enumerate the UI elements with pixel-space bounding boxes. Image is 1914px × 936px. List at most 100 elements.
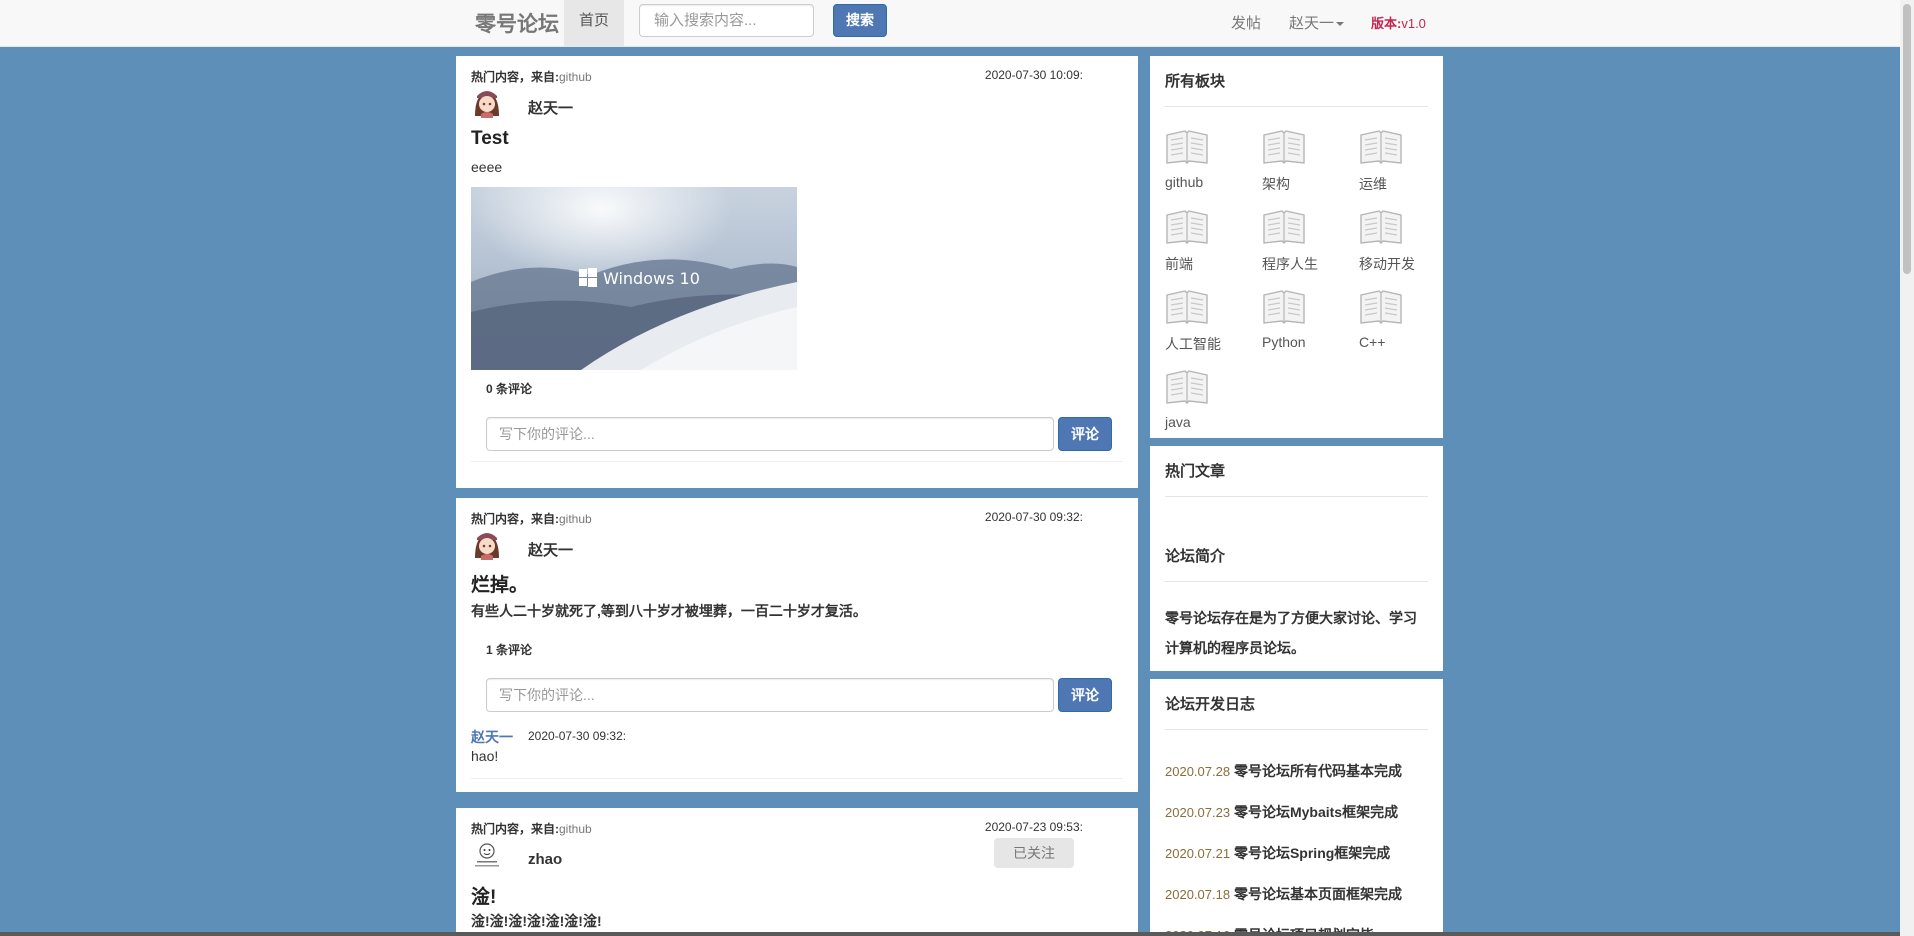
book-icon: [1166, 130, 1208, 164]
post-source-link[interactable]: github: [559, 822, 592, 836]
comment-submit-button[interactable]: 评论: [1058, 678, 1112, 712]
window-bottom-edge: [0, 932, 1900, 936]
dev-log-date: 2020.07.28: [1165, 764, 1231, 779]
board-label: 运维: [1359, 176, 1387, 192]
reply-text: hao!: [471, 748, 499, 764]
post-title[interactable]: Test: [471, 128, 509, 150]
version-value: v1.0: [1401, 16, 1426, 31]
meme-avatar-icon: [471, 840, 503, 872]
comment-submit-button[interactable]: 评论: [1058, 417, 1112, 451]
panel-divider: [1165, 581, 1428, 582]
board-label: 架构: [1262, 176, 1290, 192]
site-brand[interactable]: 零号论坛: [475, 8, 559, 38]
book-icon: [1263, 210, 1305, 244]
scrollbar-thumb[interactable]: [1903, 4, 1911, 274]
board-item[interactable]: 运维: [1359, 129, 1439, 209]
post-time: 2020-07-30 09:32:: [984, 510, 1083, 524]
post-title[interactable]: 淦!: [471, 882, 496, 909]
intro-text: 零号论坛存在是为了方便大家讨论、学习计算机的程序员论坛。: [1165, 610, 1417, 656]
dev-log-date: 2020.07.21: [1165, 846, 1231, 861]
intro-panel: 论坛简介 零号论坛存在是为了方便大家讨论、学习计算机的程序员论坛。: [1150, 531, 1443, 671]
dev-log-text: 零号论坛Spring框架完成: [1233, 845, 1391, 861]
board-item[interactable]: 架构: [1262, 129, 1342, 209]
intro-title: 论坛简介: [1165, 548, 1226, 565]
comment-input[interactable]: [486, 417, 1054, 451]
user-name: 赵天一: [1289, 15, 1335, 32]
post-body: eeee: [471, 159, 503, 175]
post-author[interactable]: 赵天一: [528, 539, 573, 560]
avatar[interactable]: [471, 840, 503, 872]
board-item[interactable]: 程序人生: [1262, 209, 1342, 289]
avatar[interactable]: [471, 86, 503, 118]
follow-button[interactable]: 已关注: [994, 838, 1074, 868]
board-item[interactable]: java: [1165, 369, 1245, 449]
post-author[interactable]: zhao: [528, 851, 562, 868]
comment-count[interactable]: 0 条评论: [486, 380, 532, 397]
post-image[interactable]: Windows 10: [471, 187, 797, 370]
book-icon: [1360, 130, 1402, 164]
board-item[interactable]: C++: [1359, 289, 1439, 369]
search-button[interactable]: 搜索: [833, 4, 887, 37]
post-meta-prefix: 热门内容，来自:: [471, 822, 559, 836]
board-label: 人工智能: [1165, 336, 1221, 352]
post-body: 淦!淦!淦!淦!淦!淦!淦!: [471, 913, 602, 929]
book-icon: [1166, 210, 1208, 244]
post-source-link[interactable]: github: [559, 512, 592, 526]
post-divider: [471, 461, 1123, 462]
board-item[interactable]: 移动开发: [1359, 209, 1439, 289]
dev-log-date: 2020.07.18: [1165, 887, 1231, 902]
chevron-down-icon: [1336, 22, 1345, 27]
board-label: github: [1165, 174, 1204, 190]
user-menu-dropdown[interactable]: 赵天一: [1289, 12, 1345, 33]
board-label: 程序人生: [1262, 256, 1318, 272]
post-source-link[interactable]: github: [559, 70, 592, 84]
post-feed: 热门内容，来自:github 2020-07-30 10:09: 赵天一 Tes…: [456, 56, 1138, 936]
nav-home-tab[interactable]: 首页: [564, 0, 624, 46]
sidebar: 所有板块 github 架构 运维 前端 程序人生 移动开发 人工智能 Python C++ ja…: [1150, 56, 1443, 936]
board-item[interactable]: 前端: [1165, 209, 1245, 289]
board-item[interactable]: Python: [1262, 289, 1342, 369]
post-meta-prefix: 热门内容，来自:: [471, 512, 559, 526]
dev-log-item[interactable]: 2020.07.21 零号论坛Spring框架完成: [1165, 843, 1390, 863]
book-icon: [1166, 370, 1208, 404]
board-label: java: [1165, 414, 1191, 430]
dev-log-item[interactable]: 2020.07.28 零号论坛所有代码基本完成: [1165, 761, 1402, 781]
dev-log-panel: 论坛开发日志 2020.07.28 零号论坛所有代码基本完成 2020.07.2…: [1150, 679, 1443, 936]
book-icon: [1263, 130, 1305, 164]
comment-input[interactable]: [486, 678, 1054, 712]
post-author[interactable]: 赵天一: [528, 97, 573, 118]
post-meta: 热门内容，来自:github: [471, 510, 592, 527]
post-meta-prefix: 热门内容，来自:: [471, 70, 559, 84]
search-input[interactable]: [639, 4, 814, 37]
post-title[interactable]: 烂掉。: [471, 570, 528, 597]
dev-log-item[interactable]: 2020.07.23 零号论坛Mybaits框架完成: [1165, 802, 1398, 822]
reply-author[interactable]: 赵天一: [471, 727, 513, 747]
board-item[interactable]: github: [1165, 129, 1245, 209]
book-icon: [1166, 290, 1208, 324]
book-icon: [1263, 290, 1305, 324]
page-scrollbar[interactable]: [1900, 0, 1914, 936]
dev-log-text: 零号论坛基本页面框架完成: [1233, 886, 1402, 902]
post-meta: 热门内容，来自:github: [471, 820, 592, 837]
post-card: 热门内容，来自:github 2020-07-30 09:32: 赵天一 烂掉。…: [456, 498, 1138, 792]
version-link[interactable]: 版本:v1.0: [1371, 13, 1426, 32]
nav-post-link[interactable]: 发帖: [1231, 12, 1261, 33]
board-label: Python: [1262, 334, 1306, 350]
post-divider: [471, 778, 1123, 779]
dev-log-text: 零号论坛Mybaits框架完成: [1233, 804, 1399, 820]
avatar[interactable]: [471, 528, 503, 560]
board-item[interactable]: 人工智能: [1165, 289, 1245, 369]
image-caption: Windows 10: [603, 269, 700, 288]
top-navbar: 零号论坛 首页 搜索 发帖 赵天一 版本:v1.0: [0, 0, 1900, 47]
post-time: 2020-07-23 09:53:: [984, 820, 1083, 834]
anime-avatar-icon: [471, 86, 503, 118]
panel-divider: [1165, 106, 1428, 107]
board-label: C++: [1359, 334, 1386, 350]
version-label: 版本:: [1371, 16, 1402, 31]
anime-avatar-icon: [471, 528, 503, 560]
boards-panel: 所有板块 github 架构 运维 前端 程序人生 移动开发 人工智能 Python C++ ja…: [1150, 56, 1443, 438]
board-label: 前端: [1165, 256, 1193, 272]
dev-log-date: 2020.07.23: [1165, 805, 1231, 820]
dev-log-item[interactable]: 2020.07.18 零号论坛基本页面框架完成: [1165, 884, 1402, 904]
comment-count[interactable]: 1 条评论: [486, 641, 532, 658]
